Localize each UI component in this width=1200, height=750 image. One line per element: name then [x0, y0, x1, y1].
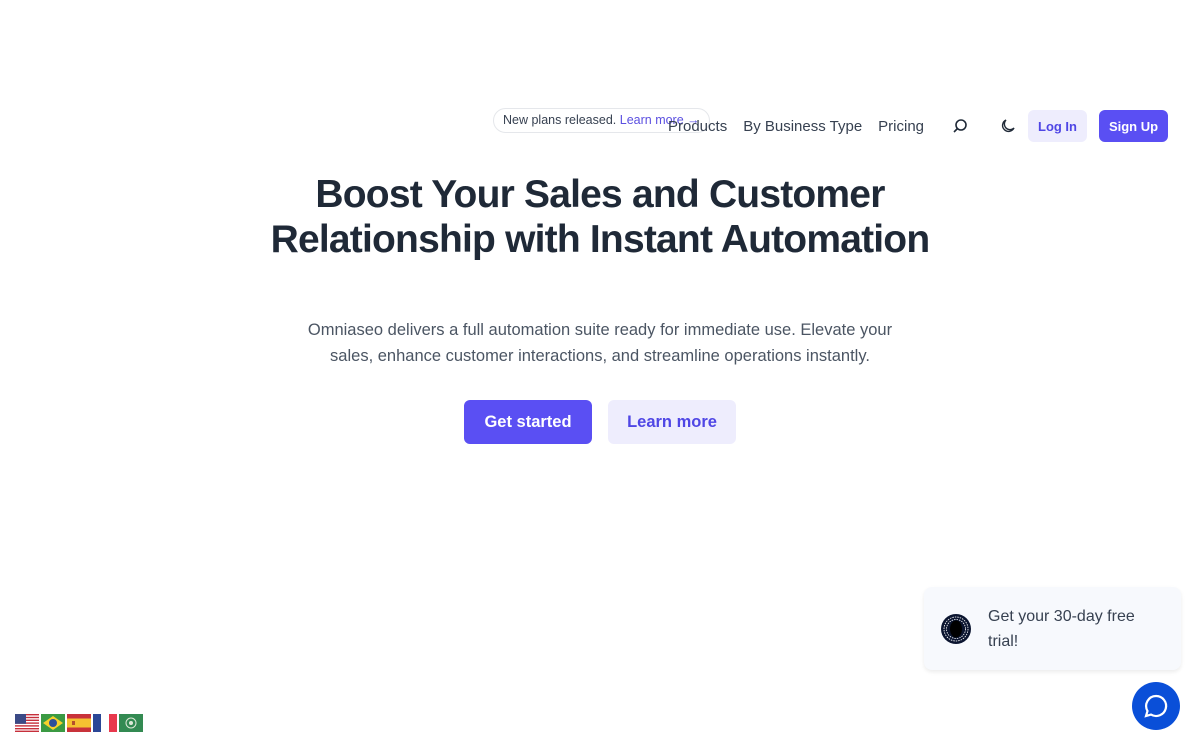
login-button[interactable]: Log In [1028, 110, 1087, 142]
hero-title-line-2: Relationship with Instant Automation [270, 218, 931, 261]
nav-products[interactable]: Products [668, 118, 727, 135]
france-flag-icon[interactable] [93, 714, 117, 732]
search-icon[interactable] [948, 114, 972, 138]
brand-logo-icon [941, 613, 971, 644]
hero-title: Boost Your Sales and Customer Relationshi… [0, 172, 1200, 262]
announcement-text: New plans released. [503, 113, 617, 127]
language-selector [15, 714, 143, 732]
us-flag-icon[interactable] [15, 714, 39, 732]
chat-bubble-icon [1144, 694, 1168, 718]
brazil-flag-icon[interactable] [41, 714, 65, 732]
moon-icon[interactable] [996, 114, 1020, 138]
nav-by-business-type[interactable]: By Business Type [743, 118, 862, 135]
learn-more-button[interactable]: Learn more [608, 400, 736, 444]
get-started-button[interactable]: Get started [464, 400, 592, 444]
hero-title-line-1: Boost Your Sales and Customer [315, 173, 885, 216]
signup-button[interactable]: Sign Up [1099, 110, 1168, 142]
hero-subtitle: Omniaseo delivers a full automation suit… [307, 321, 893, 365]
free-trial-text: Get your 30-day free trial! [988, 607, 1135, 650]
free-trial-popup[interactable]: Get your 30-day free trial! [924, 587, 1181, 670]
nav-pricing[interactable]: Pricing [878, 118, 924, 135]
main-nav: Products By Business Type Pricing [668, 110, 1028, 142]
arabic-flag-icon[interactable] [119, 714, 143, 732]
chat-button[interactable] [1132, 682, 1180, 730]
spain-flag-icon[interactable] [67, 714, 91, 732]
